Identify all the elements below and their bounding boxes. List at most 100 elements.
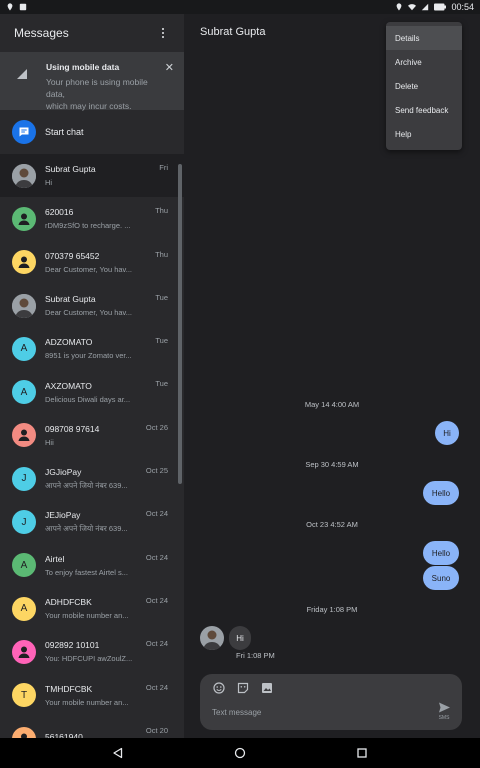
letter-avatar: T — [12, 683, 36, 708]
incoming-message-time: Fri 1:08 PM — [236, 651, 275, 660]
home-icon[interactable] — [233, 746, 247, 760]
sticker-icon[interactable] — [237, 682, 249, 694]
message-timestamp: Friday 1:08 PM — [306, 605, 358, 614]
conversation-text: ADZOMATO 8951 is your Zomato ver... — [45, 337, 168, 360]
conversation-snippet: Your mobile number an... — [45, 611, 129, 621]
contact-photo-avatar — [12, 163, 36, 188]
emoji-icon[interactable] — [213, 682, 225, 694]
start-chat-button[interactable]: Start chat — [0, 110, 184, 154]
location-icon — [397, 3, 402, 11]
conversation-snippet: Your mobile number an... — [45, 697, 129, 707]
recents-icon[interactable] — [355, 746, 369, 760]
conversation-date: Oct 24 — [145, 509, 168, 519]
conversation-date: Tue — [155, 292, 168, 302]
incoming-message[interactable]: Hi — [229, 626, 251, 650]
conversation-date: Oct 24 — [145, 595, 168, 605]
letter-avatar: A — [12, 380, 36, 405]
conversation-snippet: To enjoy fastest Airtel s... — [45, 567, 128, 577]
conversation-date: Tue — [155, 336, 168, 346]
message-timestamp: Oct 23 4:52 AM — [306, 520, 358, 529]
status-bar: 00:54 — [0, 0, 480, 14]
mobile-data-banner: Using mobile data Your phone is using mo… — [0, 52, 184, 111]
conversation-text: 620016 rDM9zSfO to recharge. ... — [45, 207, 168, 230]
conversation-name: 620016 — [45, 207, 74, 218]
person-avatar-icon — [12, 250, 36, 275]
conversation-name: ADZOMATO — [45, 337, 93, 348]
menu-item-send-feedback[interactable]: Send feedback — [386, 98, 462, 122]
conversation-text: AXZOMATO Delicious Diwali days ar... — [45, 381, 168, 404]
wifi-icon — [408, 4, 417, 11]
contact-avatar[interactable] — [200, 626, 224, 650]
conversation-date: Oct 25 — [145, 466, 168, 476]
chat-icon — [12, 120, 36, 144]
signal-icon — [422, 3, 429, 11]
conversation-text: Subrat Gupta Dear Customer, You hav... — [45, 294, 168, 317]
conversation-item[interactable]: A AXZOMATO Delicious Diwali days ar... Tue — [0, 370, 184, 413]
outgoing-message[interactable]: Hello — [423, 541, 459, 565]
conversation-text: 070379 65452 Dear Customer, You hav... — [45, 251, 168, 274]
chat-pane: Subrat Gupta Details Archive Delete Send… — [184, 14, 480, 738]
menu-item-details[interactable]: Details — [386, 26, 462, 50]
message-input[interactable] — [212, 704, 422, 720]
menu-item-delete[interactable]: Delete — [386, 74, 462, 98]
message-timestamp: Sep 30 4:59 AM — [305, 460, 359, 469]
conversation-snippet: Dear Customer, You hav... — [45, 308, 132, 318]
conversation-item[interactable]: A Airtel To enjoy fastest Airtel s... Oct 2… — [0, 544, 184, 587]
letter-avatar: A — [12, 553, 36, 578]
conversation-item[interactable]: 098708 97614 Hii Oct 26 — [0, 414, 184, 457]
conversation-snippet: आपने अपने जियो नंबर 639... — [45, 480, 128, 490]
start-chat-label: Start chat — [45, 127, 84, 137]
conversation-item[interactable]: Subrat Gupta Dear Customer, You hav... Tue — [0, 284, 184, 327]
outgoing-message[interactable]: Hello — [423, 481, 459, 505]
sidebar-header: Messages — [0, 14, 184, 52]
banner-description-line-2: which may incur costs. — [46, 101, 132, 111]
battery-icon — [434, 3, 447, 11]
conversation-item[interactable]: 070379 65452 Dear Customer, You hav... Thu — [0, 241, 184, 284]
conversation-snippet: Delicious Diwali days ar... — [45, 394, 131, 404]
contact-photo-avatar — [12, 293, 36, 318]
conversation-date: Oct 24 — [145, 682, 168, 692]
overflow-menu: Details Archive Delete Send feedback Hel… — [386, 22, 462, 150]
conversation-item[interactable]: 56161940 Oct 20 — [0, 717, 184, 738]
conversation-snippet: rDM9zSfO to recharge. ... — [45, 221, 131, 231]
conversation-snippet: 8951 is your Zomato ver... — [45, 351, 132, 361]
letter-avatar: J — [12, 466, 36, 491]
back-icon[interactable] — [111, 746, 125, 760]
conversation-date: Thu — [155, 206, 168, 216]
conversation-item[interactable]: A ADHDFCBK Your mobile number an... Oct 24 — [0, 587, 184, 630]
status-time: 00:54 — [451, 2, 474, 12]
conversation-name: Subrat Gupta — [45, 164, 96, 175]
conversation-item[interactable]: 092892 10101 You: HDFCUPI awZoulZ... Oct 2… — [0, 630, 184, 673]
conversation-item[interactable]: J JGJioPay आपने अपने जियो नंबर 639... Oct 2… — [0, 457, 184, 500]
conversation-item[interactable]: T TMHDFCBK Your mobile number an... Oct 24 — [0, 674, 184, 717]
send-button[interactable]: SMS — [436, 701, 452, 723]
conversation-name: 070379 65452 — [45, 250, 100, 261]
send-sms-label: SMS — [438, 715, 450, 721]
conversation-snippet: Dear Customer, You hav... — [45, 264, 132, 274]
conversation-snippet: Hi — [45, 178, 53, 188]
conversation-date: Oct 24 — [145, 639, 168, 649]
image-icon[interactable] — [261, 682, 273, 694]
conversation-date: Thu — [155, 249, 168, 259]
menu-item-help[interactable]: Help — [386, 122, 462, 146]
conversation-item[interactable]: A ADZOMATO 8951 is your Zomato ver... Tue — [0, 327, 184, 370]
close-icon[interactable]: ✕ — [165, 61, 174, 74]
conversation-item[interactable]: Subrat Gupta Hi Fri — [0, 154, 184, 198]
outgoing-message[interactable]: Suno — [423, 566, 459, 590]
conversation-item[interactable]: 620016 rDM9zSfO to recharge. ... Thu — [0, 197, 184, 240]
conversation-item[interactable]: J JEJioPay आपने अपने जियो नंबर 639... Oct 2… — [0, 500, 184, 543]
more-vert-icon[interactable] — [156, 26, 170, 40]
signal-icon — [17, 69, 27, 79]
conversation-date: Oct 24 — [145, 552, 168, 562]
navigation-bar — [0, 738, 480, 768]
conversation-date: Tue — [155, 379, 168, 389]
person-avatar-icon — [12, 423, 36, 448]
person-avatar-icon — [12, 726, 36, 738]
message-composer: SMS — [200, 674, 462, 730]
notification-square-icon — [19, 3, 27, 11]
send-icon — [438, 702, 450, 713]
outgoing-message[interactable]: Hi — [435, 421, 459, 445]
letter-avatar: A — [12, 336, 36, 361]
scrollbar-thumb[interactable] — [178, 164, 182, 484]
menu-item-archive[interactable]: Archive — [386, 50, 462, 74]
